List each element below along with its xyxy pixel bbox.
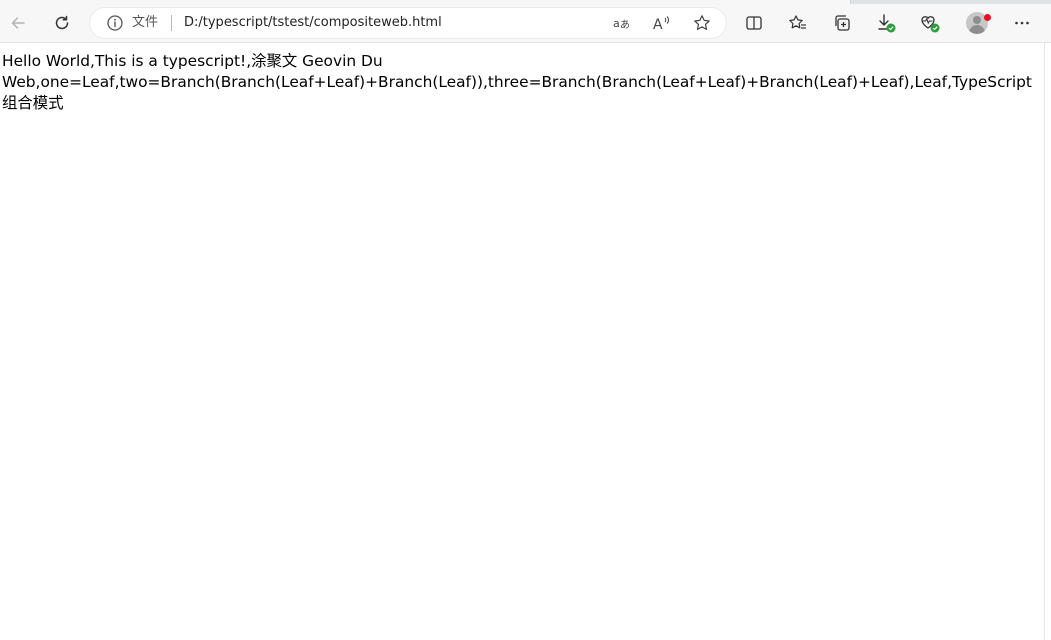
read-aloud-icon[interactable]: A <box>650 11 674 35</box>
avatar-head <box>973 16 981 24</box>
site-info-label[interactable]: 文件 <box>132 8 158 38</box>
favorites-icon <box>788 14 808 32</box>
page-content: Hello World,This is a typescript!,涂聚文 Ge… <box>0 43 1044 640</box>
browser-essentials-button[interactable] <box>914 7 946 39</box>
page-body-text: Hello World,This is a typescript!,涂聚文 Ge… <box>2 52 1032 112</box>
info-icon[interactable] <box>106 14 124 32</box>
translate-icon[interactable]: a あ <box>610 11 634 35</box>
more-icon <box>1013 14 1031 32</box>
svg-text:あ: あ <box>620 19 630 31</box>
download-icon <box>875 12 897 34</box>
favorites-button[interactable] <box>782 7 814 39</box>
address-separator <box>171 15 172 31</box>
split-screen-button[interactable] <box>738 7 770 39</box>
refresh-icon <box>53 14 71 32</box>
back-arrow-icon <box>9 14 27 32</box>
split-screen-icon <box>745 14 763 32</box>
address-bar[interactable]: 文件 D:/typescript/tstest/compositeweb.htm… <box>90 8 726 38</box>
svg-text:A: A <box>653 17 663 32</box>
more-button[interactable] <box>1006 7 1038 39</box>
url-text[interactable]: D:/typescript/tstest/compositeweb.html <box>184 8 442 38</box>
collections-button[interactable] <box>826 7 858 39</box>
refresh-button[interactable] <box>46 7 78 39</box>
star-icon[interactable] <box>690 11 714 35</box>
collections-icon <box>833 14 851 32</box>
heart-pulse-icon <box>919 12 941 34</box>
profile-notification-dot <box>984 14 991 21</box>
svg-text:a: a <box>613 17 620 30</box>
back-button[interactable] <box>2 7 34 39</box>
avatar-body <box>969 25 985 34</box>
scrollbar-track[interactable] <box>1044 43 1051 640</box>
browser-toolbar: 文件 D:/typescript/tstest/compositeweb.htm… <box>0 4 1051 43</box>
downloads-button[interactable] <box>870 7 902 39</box>
